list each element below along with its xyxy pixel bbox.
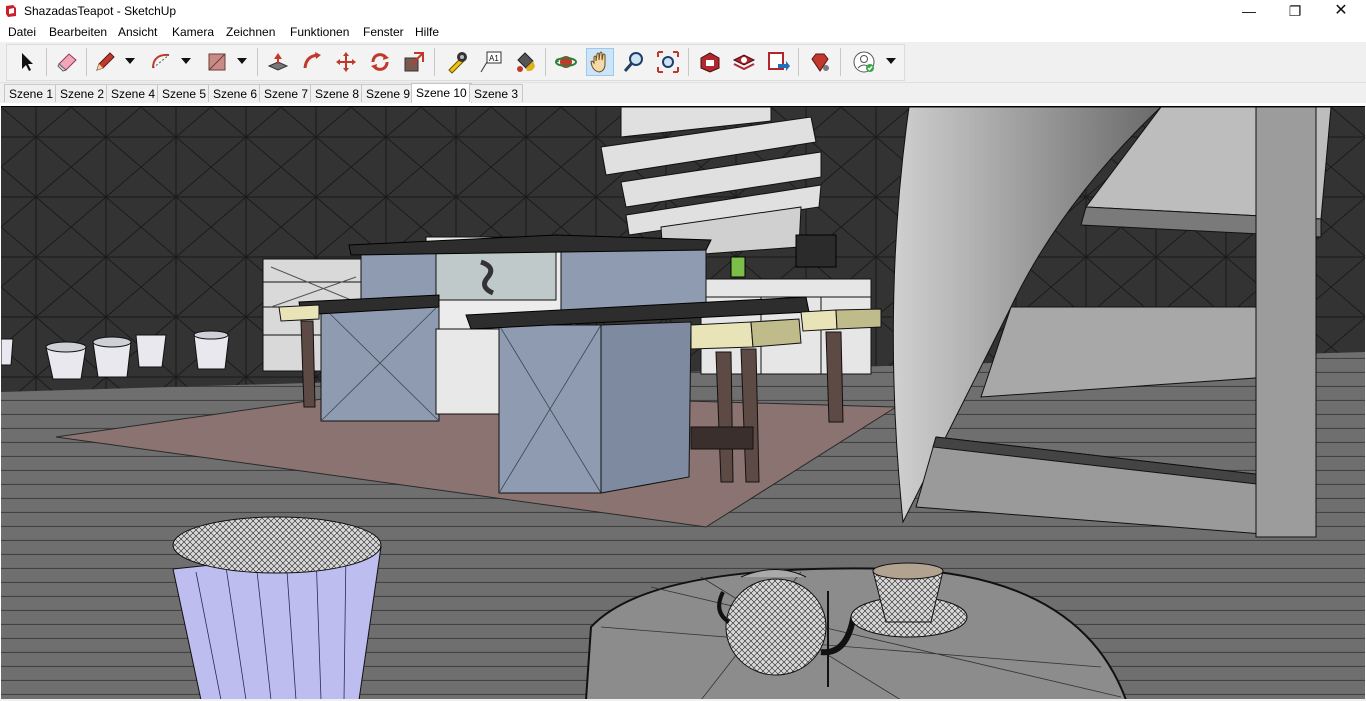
extension-warehouse-tool[interactable] [730, 48, 758, 76]
tab-szene-7[interactable]: Szene 7 [259, 84, 314, 102]
tab-szene-3[interactable]: Szene 3 [469, 84, 524, 102]
rectangle-icon [208, 53, 226, 71]
arc-icon [152, 53, 170, 69]
arc-tool[interactable] [147, 48, 175, 76]
push-pull-icon [267, 53, 289, 71]
tape-measure-tool[interactable] [443, 48, 471, 76]
model-viewport[interactable] [1, 106, 1365, 700]
menu-fenster[interactable]: Fenster [362, 25, 405, 39]
toolbar-separator [86, 48, 87, 76]
toolbar: A1 [0, 42, 1366, 83]
menu-bearbeiten[interactable]: Bearbeiten [48, 25, 108, 39]
tab-szene-5[interactable]: Szene 5 [157, 84, 212, 102]
menu-zeichnen[interactable]: Zeichnen [225, 25, 276, 39]
warehouse-tool[interactable] [696, 48, 724, 76]
menu-kamera[interactable]: Kamera [171, 25, 215, 39]
warehouse-icon [700, 52, 720, 73]
pencil-dropdown-icon[interactable] [125, 56, 135, 66]
select-tool[interactable] [13, 48, 41, 76]
toolbar-separator [545, 48, 546, 76]
push-pull-tool[interactable] [264, 48, 292, 76]
rectangle-tool[interactable] [203, 48, 231, 76]
orbit-icon [555, 56, 577, 68]
menu-hilfe[interactable]: Hilfe [414, 25, 440, 39]
pencil-icon [96, 52, 115, 71]
rotate-tool[interactable] [366, 48, 394, 76]
pan-tool[interactable] [586, 48, 614, 76]
paint-bucket-icon [517, 52, 535, 72]
zoom-extents-tool[interactable] [654, 48, 682, 76]
scene-render [1, 107, 1365, 700]
move-icon [336, 52, 356, 72]
send-to-layout-icon [768, 52, 790, 71]
toolbar-separator [798, 48, 799, 76]
arc-dropdown-icon[interactable] [181, 56, 191, 66]
pencil-tool[interactable] [91, 48, 119, 76]
follow-me-icon [303, 52, 321, 69]
zoom-tool[interactable] [620, 48, 648, 76]
toolbar-separator [434, 48, 435, 76]
spiral-staircase [892, 107, 1332, 538]
toolbar-separator [688, 48, 689, 76]
select-icon [22, 53, 33, 71]
text-tool[interactable]: A1 [477, 48, 505, 76]
rectangle-dropdown-icon[interactable] [237, 56, 247, 66]
text-icon: A1 [480, 51, 502, 73]
zoom-extents-icon [657, 51, 679, 73]
orbit-tool[interactable] [552, 48, 580, 76]
scale-tool[interactable] [400, 48, 428, 76]
tape-measure-icon [448, 52, 467, 74]
tab-szene-9[interactable]: Szene 9 [361, 84, 416, 102]
eraser-tool[interactable] [53, 48, 81, 76]
menu-bar: Datei Bearbeiten Ansicht Kamera Zeichnen… [0, 23, 1366, 42]
minimize-button[interactable]: — [1226, 0, 1272, 22]
account-icon [853, 51, 875, 73]
scene-tabs: Szene 1 Szene 2 Szene 4 Szene 5 Szene 6 … [0, 83, 1366, 103]
toolbar-separator [257, 48, 258, 76]
zoom-icon [623, 52, 643, 72]
toolbar-separator [840, 48, 841, 76]
close-button[interactable]: ✕ [1318, 0, 1364, 22]
scale-icon [404, 52, 424, 72]
pan-icon [590, 51, 606, 73]
ruby-extension-tool[interactable] [806, 48, 834, 76]
extension-warehouse-icon [732, 54, 756, 71]
account-dropdown-icon[interactable] [886, 56, 896, 66]
maximize-button[interactable]: ❐ [1272, 0, 1318, 22]
tab-szene-2[interactable]: Szene 2 [55, 84, 110, 102]
window-title: ShazadasTeapot - SketchUp [24, 4, 177, 18]
paint-bucket-tool[interactable] [511, 48, 539, 76]
rotate-icon [371, 53, 389, 71]
tab-szene-6[interactable]: Szene 6 [208, 84, 263, 102]
follow-me-tool[interactable] [298, 48, 326, 76]
menu-datei[interactable]: Datei [7, 25, 37, 39]
menu-ansicht[interactable]: Ansicht [117, 25, 158, 39]
title-bar: ShazadasTeapot - SketchUp — ❐ ✕ [0, 0, 1366, 22]
text-tool-glyph: A1 [489, 54, 499, 63]
tab-szene-8[interactable]: Szene 8 [310, 84, 365, 102]
menu-funktionen[interactable]: Funktionen [289, 25, 350, 39]
move-tool[interactable] [332, 48, 360, 76]
send-to-layout-tool[interactable] [764, 48, 792, 76]
tab-szene-1[interactable]: Szene 1 [4, 84, 59, 102]
eraser-icon [57, 53, 77, 72]
ruby-extension-icon [811, 53, 829, 72]
account-button[interactable] [850, 48, 878, 76]
toolbar-separator [46, 48, 47, 76]
sketchup-logo-icon [6, 5, 16, 17]
foreground-bin [172, 516, 382, 700]
tab-szene-10[interactable]: Szene 10 [411, 83, 472, 103]
tab-szene-4[interactable]: Szene 4 [106, 84, 161, 102]
